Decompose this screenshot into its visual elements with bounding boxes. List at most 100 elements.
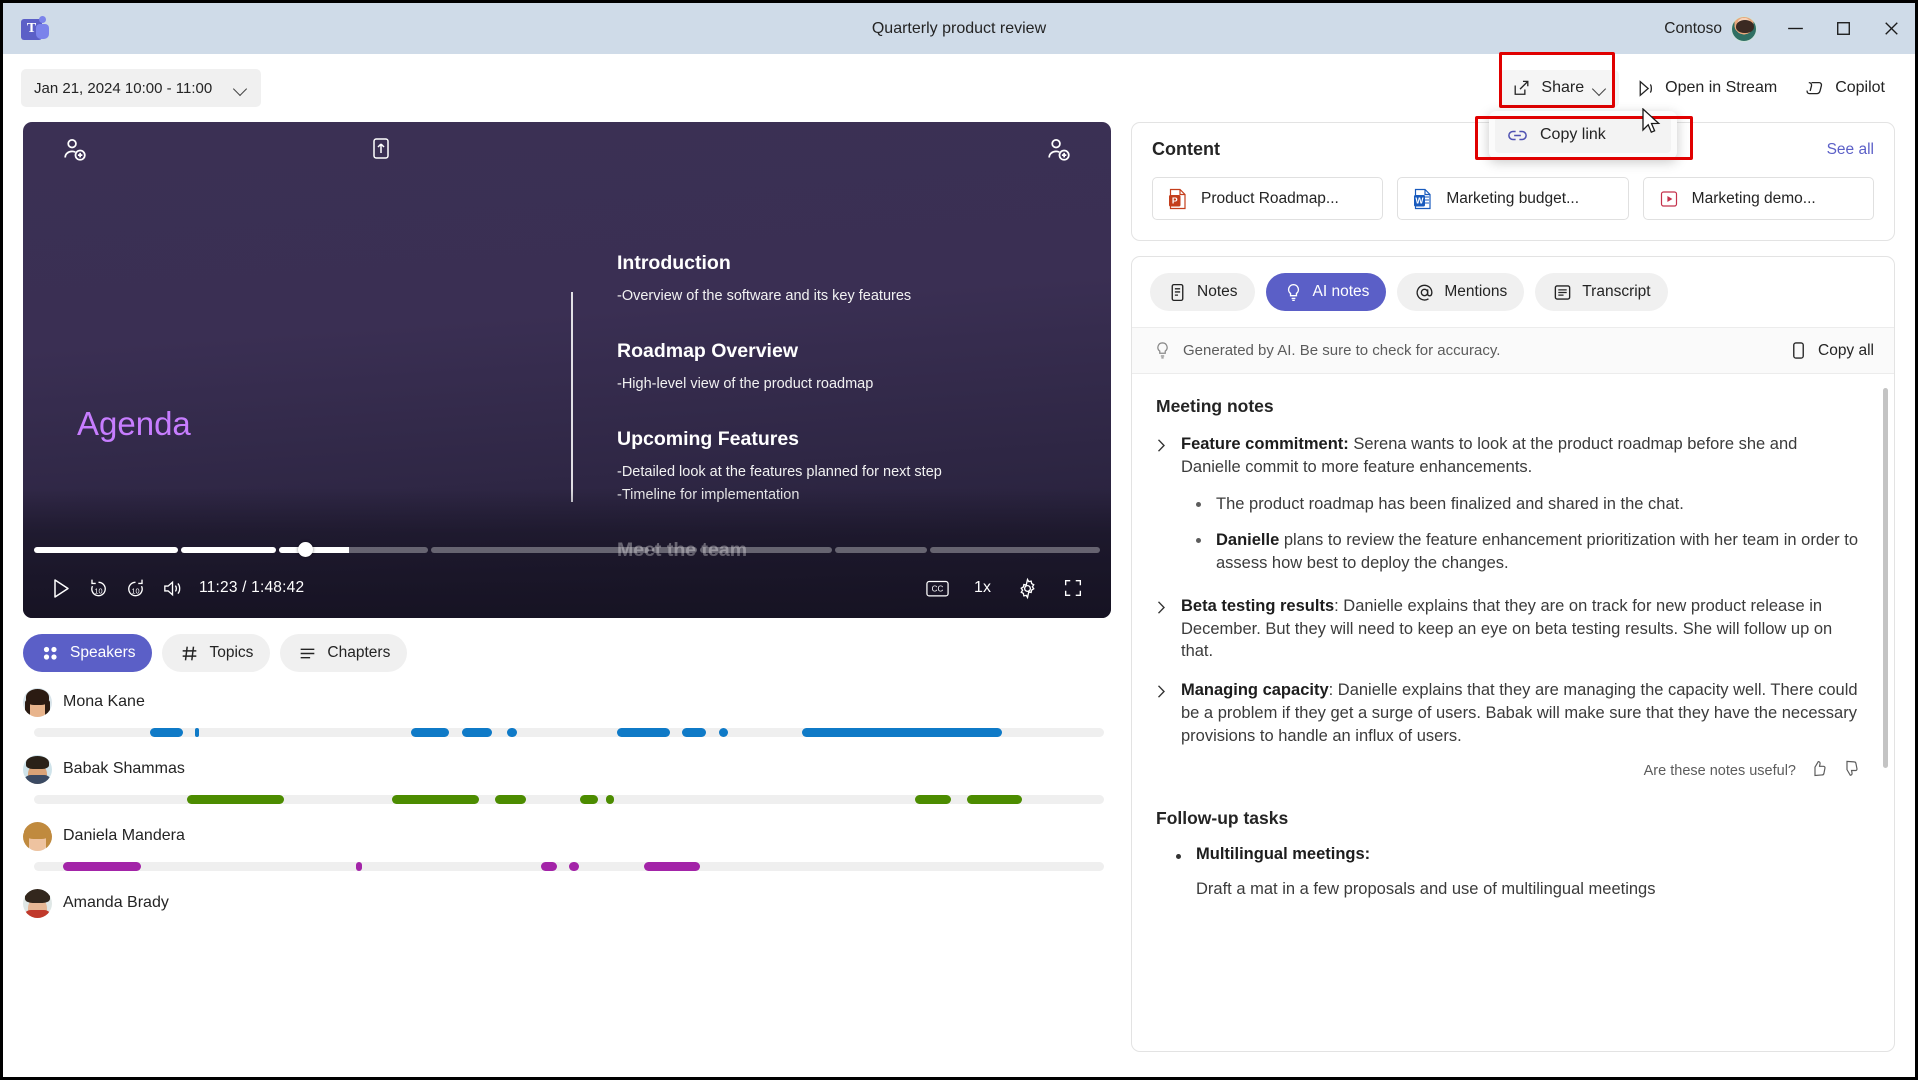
slide-heading: Roadmap Overview <box>617 340 798 362</box>
thumbs-up-icon[interactable] <box>1809 759 1828 782</box>
scrub-segment[interactable] <box>835 547 927 553</box>
slide-line: -Detailed look at the features planned f… <box>617 464 942 480</box>
content-file-chip[interactable]: W Marketing budget... <box>1397 177 1629 220</box>
tab-mentions-label: Mentions <box>1444 283 1508 300</box>
notes-scroll-area[interactable]: Meeting notes Feature commitment: Serena… <box>1132 374 1894 1051</box>
settings-gear-icon[interactable] <box>1009 571 1046 605</box>
ai-disclaimer-text: Generated by AI. Be sure to check for ac… <box>1183 342 1501 359</box>
play-button[interactable] <box>43 571 80 605</box>
note-item[interactable]: Beta testing results: Danielle explains … <box>1156 595 1860 663</box>
copilot-button[interactable]: Copilot <box>1793 70 1897 107</box>
svg-text:W: W <box>1416 195 1425 205</box>
activity-segment <box>579 795 598 804</box>
note-item[interactable]: Managing capacity: Danielle explains tha… <box>1156 679 1860 747</box>
note-bullet-text: plans to review the feature enhancement … <box>1216 531 1859 573</box>
note-bullet: The product roadmap has been finalized a… <box>1192 493 1860 516</box>
forward-10-icon[interactable]: 10 <box>117 571 154 605</box>
notes-scrollbar[interactable] <box>1883 388 1888 768</box>
video-player[interactable]: Agenda Introduction -Overview of the sof… <box>23 122 1111 618</box>
see-all-link[interactable]: See all <box>1827 141 1874 159</box>
scrub-segment[interactable] <box>180 547 277 553</box>
activity-segment <box>392 795 480 804</box>
panel-bottom-spacer <box>1131 1067 1895 1077</box>
mouse-cursor-icon <box>1642 108 1661 134</box>
activity-segment <box>718 728 729 737</box>
player-timecode: 11:23 / 1:48:42 <box>199 579 305 596</box>
filter-chapters-label: Chapters <box>327 644 391 661</box>
chevron-right-icon[interactable] <box>1156 595 1170 663</box>
video-icon <box>1660 190 1677 207</box>
activity-segment <box>506 728 517 737</box>
speaker-row[interactable]: Mona Kane <box>23 686 1111 737</box>
notes-card: Notes AI notes Mentions Transcript Gener… <box>1131 256 1895 1052</box>
tab-mentions[interactable]: Mentions <box>1397 273 1525 311</box>
chevron-right-icon[interactable] <box>1156 433 1170 479</box>
thumbs-down-icon[interactable] <box>1841 759 1860 782</box>
followup-task-list: Multilingual meetings: <box>1170 845 1860 864</box>
slide-line: -Overview of the software and its key fe… <box>617 288 912 304</box>
speaker-row[interactable]: Daniela Mandera <box>23 820 1111 871</box>
tab-ai-notes[interactable]: AI notes <box>1265 273 1387 311</box>
avatar <box>23 888 52 918</box>
share-screen-icon[interactable] <box>369 136 393 167</box>
video-scrubber[interactable] <box>34 542 1100 557</box>
fullscreen-icon[interactable] <box>1054 571 1091 605</box>
avatar <box>23 754 52 784</box>
scrub-segment[interactable] <box>34 547 178 553</box>
copy-link-label: Copy link <box>1540 126 1606 143</box>
activity-segment <box>541 862 558 871</box>
scrubber-handle[interactable] <box>298 542 314 557</box>
bulb-icon <box>1287 283 1299 301</box>
tab-notes[interactable]: Notes <box>1150 273 1255 311</box>
window-titlebar: T Quarterly product review Contoso <box>3 3 1915 54</box>
meeting-notes-heading: Meeting notes <box>1156 396 1274 416</box>
add-person-left-icon[interactable] <box>61 136 1111 164</box>
svg-text:CC: CC <box>932 584 944 593</box>
speaker-row[interactable]: Babak Shammas <box>23 753 1111 804</box>
date-range-dropdown[interactable]: Jan 21, 2024 10:00 - 11:00 <box>21 69 261 107</box>
rewind-10-icon[interactable]: 10 <box>80 571 117 605</box>
activity-segment <box>462 728 492 737</box>
activity-segment <box>356 862 362 871</box>
volume-icon[interactable] <box>154 571 191 605</box>
chevron-down-icon <box>1593 84 1607 93</box>
content-file-name: Marketing demo... <box>1691 189 1816 207</box>
slide-heading: Upcoming Features <box>617 428 800 450</box>
timeline-filter-tabs: Speakers Topics Chapters <box>23 634 1111 672</box>
activity-segment <box>62 862 141 871</box>
scrub-segment[interactable] <box>431 547 649 553</box>
avatar <box>23 821 52 851</box>
activity-segment <box>802 728 1003 737</box>
copilot-label: Copilot <box>1835 79 1885 96</box>
speaker-row[interactable]: Amanda Brady <box>23 887 1111 919</box>
share-button[interactable]: Share <box>1499 69 1620 107</box>
user-avatar[interactable] <box>1731 15 1757 42</box>
activity-segment <box>569 862 579 871</box>
speaker-activity-track[interactable] <box>34 728 1104 737</box>
copy-all-button[interactable]: Copy all <box>1788 340 1874 361</box>
scrub-segment[interactable] <box>651 547 697 553</box>
speaker-activity-track[interactable] <box>34 795 1104 804</box>
content-file-chip[interactable]: Marketing demo... <box>1642 177 1874 220</box>
scrub-segment[interactable] <box>929 547 1100 553</box>
note-item[interactable]: Feature commitment: Serena wants to look… <box>1156 433 1860 479</box>
filter-speakers[interactable]: Speakers <box>23 634 153 672</box>
add-person-right-icon[interactable] <box>1045 136 1073 164</box>
speaker-timeline-list: Mona Kane Babak Shammas Daniela Mandera … <box>23 686 1111 1077</box>
open-in-stream-button[interactable]: Open in Stream <box>1623 70 1789 107</box>
scrubber-track[interactable] <box>34 547 1100 553</box>
speaker-activity-track[interactable] <box>34 862 1104 871</box>
filter-chapters[interactable]: Chapters <box>280 634 408 672</box>
svg-text:P: P <box>1172 195 1178 205</box>
closed-captions-icon[interactable]: CC <box>919 571 956 605</box>
scrub-segment[interactable] <box>699 547 833 553</box>
filter-topics[interactable]: Topics <box>162 634 271 672</box>
chevron-right-icon[interactable] <box>1156 679 1170 747</box>
activity-segment <box>617 728 670 737</box>
tab-transcript[interactable]: Transcript <box>1535 273 1668 311</box>
word-icon: W <box>1414 188 1431 209</box>
svg-text:10: 10 <box>94 586 102 595</box>
note-text: Beta testing results: Danielle explains … <box>1181 595 1860 663</box>
content-file-chip[interactable]: P Product Roadmap... <box>1152 177 1384 220</box>
playback-speed-button[interactable]: 1x <box>964 571 1001 605</box>
